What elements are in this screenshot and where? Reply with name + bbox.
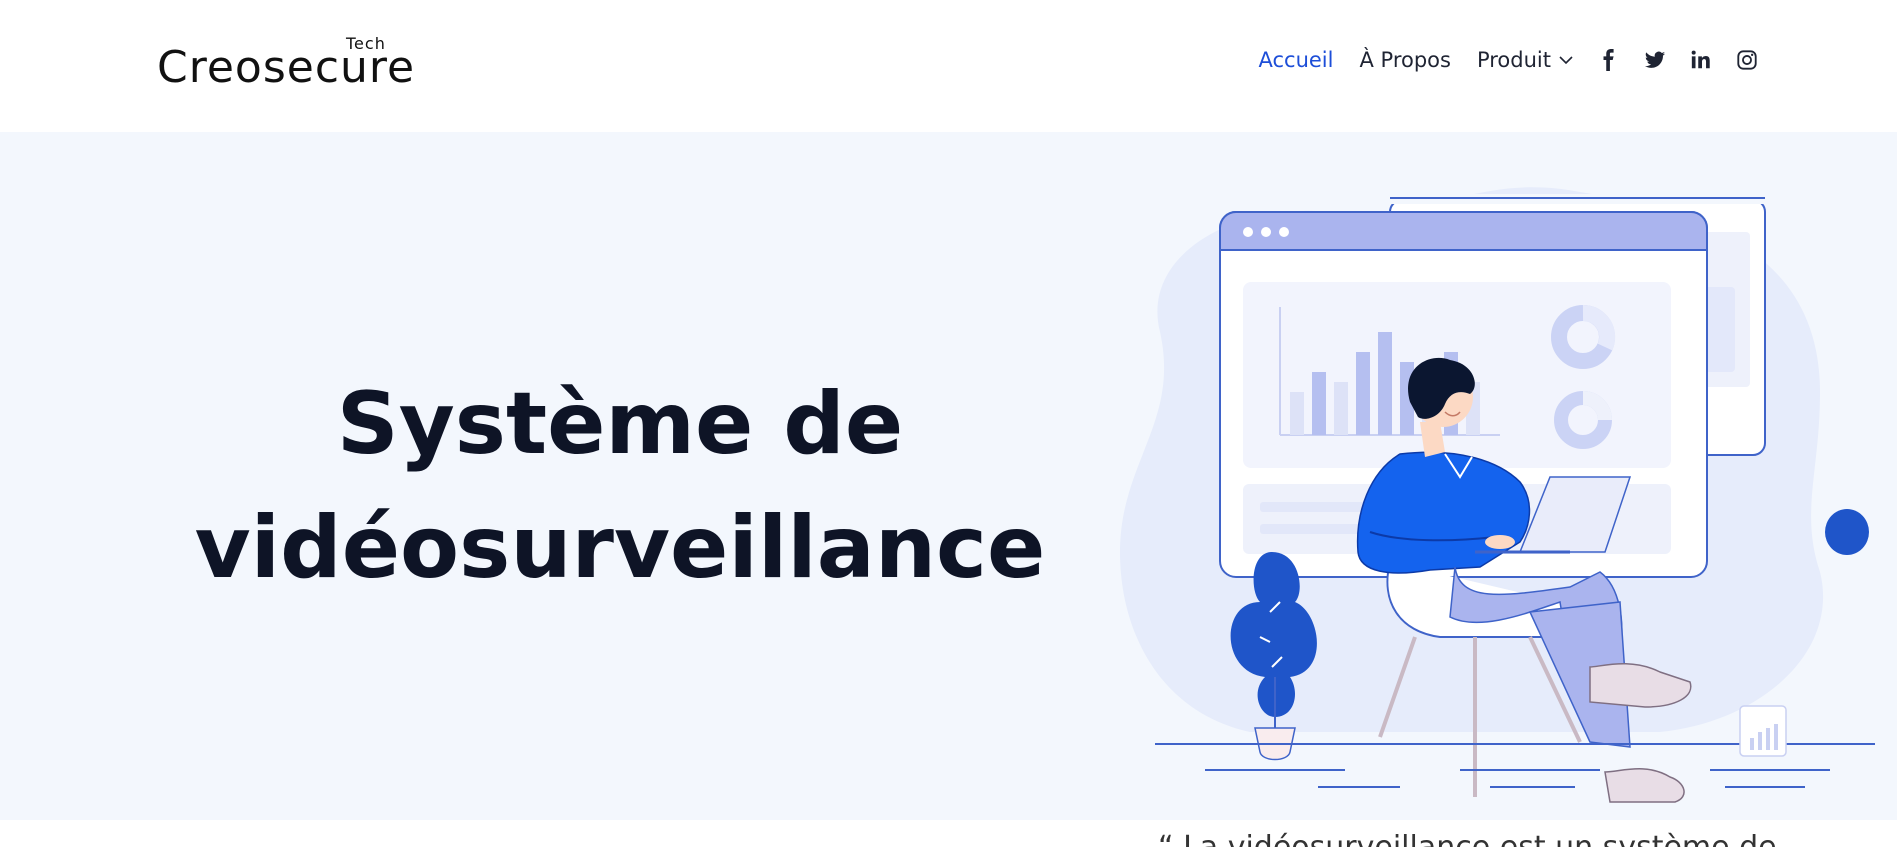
facebook-icon[interactable] bbox=[1597, 48, 1621, 72]
nav-item-accueil[interactable]: Accueil bbox=[1258, 48, 1333, 72]
nav-item-produit-label: Produit bbox=[1476, 48, 1551, 72]
instagram-icon[interactable] bbox=[1735, 48, 1759, 72]
small-chart-card bbox=[1739, 705, 1787, 757]
nav-item-a-propos[interactable]: À Propos bbox=[1359, 48, 1450, 72]
hero-title: Système de vidéosurveillance bbox=[140, 362, 1100, 610]
hero-section: Système de vidéosurveillance bbox=[0, 132, 1897, 820]
twitter-icon[interactable] bbox=[1643, 48, 1667, 72]
nav-item-produit[interactable]: Produit bbox=[1477, 48, 1575, 72]
logo[interactable]: Creosecure Tech bbox=[157, 34, 414, 93]
site-header: Creosecure Tech Accueil À Propos Produit bbox=[0, 0, 1897, 132]
hero-illustration bbox=[1120, 187, 1875, 803]
linkedin-icon[interactable] bbox=[1689, 48, 1713, 72]
decorative-blob bbox=[1825, 509, 1869, 555]
quote-text: “ La vidéosurveillance est un système de bbox=[1158, 830, 1777, 847]
chevron-down-icon bbox=[1559, 56, 1573, 65]
logo-superscript: Tech bbox=[346, 34, 386, 53]
hero-title-line-1: Système de bbox=[336, 374, 904, 474]
hero-title-line-2: vidéosurveillance bbox=[194, 498, 1046, 598]
main-nav: Accueil À Propos Produit bbox=[1258, 40, 1759, 80]
person-shoe-2 bbox=[1604, 767, 1685, 803]
